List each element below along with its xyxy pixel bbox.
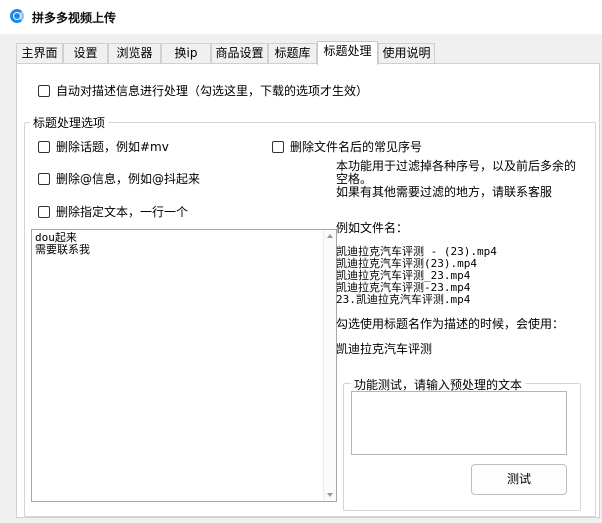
tab-instructions[interactable]: 使用说明	[378, 43, 435, 64]
process-description-label: 自动对描述信息进行处理（勾选这里，下载的选项才生效）	[56, 84, 369, 98]
tab-browser[interactable]: 浏览器	[108, 43, 161, 64]
tab-settings[interactable]: 设置	[63, 43, 108, 64]
tab-change-ip[interactable]: 换ip	[161, 43, 211, 64]
example-item: 凯迪拉克汽车评测_23.mp4	[336, 269, 471, 282]
title-bar: 拼多多视频上传	[0, 0, 602, 34]
example-item: 凯迪拉克汽车评测(23).mp4	[336, 257, 477, 270]
example-item: 凯迪拉克汽车评测 - (23).mp4	[336, 245, 497, 258]
checkbox-box[interactable]	[38, 140, 50, 153]
usage-note: 勾选使用标题名作为描述的时候，会使用：	[336, 317, 565, 331]
tab-product-settings[interactable]: 商品设置	[211, 43, 268, 64]
remove-topic-checkbox[interactable]: 删除话题，例如#mv	[38, 138, 169, 155]
checkbox-box[interactable]	[38, 84, 50, 97]
example-label: 例如文件名：	[336, 221, 409, 235]
scroll-down-icon[interactable]	[327, 493, 333, 497]
info-text-line1: 本功能用于过滤掉各种序号，以及前后多余的	[336, 159, 577, 173]
example-item: 23.凯迪拉克汽车评测.mp4	[336, 293, 471, 306]
checkbox-box[interactable]	[272, 140, 284, 153]
tab-main[interactable]: 主界面	[16, 43, 63, 64]
process-description-checkbox[interactable]: 自动对描述信息进行处理（勾选这里，下载的选项才生效）	[38, 82, 368, 99]
checkbox-box[interactable]	[38, 205, 50, 218]
tab-title-processing[interactable]: 标题处理	[317, 41, 378, 65]
remove-text-label: 删除指定文本，一行一个	[56, 205, 189, 219]
text-line: 需要联系我	[35, 243, 90, 256]
usage-result: 凯迪拉克汽车评测	[336, 342, 433, 356]
remove-sequence-label: 删除文件名后的常见序号	[290, 140, 423, 154]
group-title: 标题处理选项	[30, 114, 109, 131]
checkbox-box[interactable]	[38, 172, 50, 185]
vertical-scrollbar[interactable]	[323, 230, 336, 501]
remove-topic-label: 删除话题，例如#mv	[56, 140, 169, 154]
test-button[interactable]: 测试	[471, 464, 567, 495]
test-input[interactable]	[351, 391, 567, 455]
app-logo-icon	[10, 9, 24, 23]
remove-text-checkbox[interactable]: 删除指定文本，一行一个	[38, 203, 188, 220]
remove-text-input[interactable]: dou起来 需要联系我	[31, 229, 337, 502]
scroll-up-icon[interactable]	[327, 234, 333, 238]
example-item: 凯迪拉克汽车评测-23.mp4	[336, 281, 471, 294]
remove-sequence-checkbox[interactable]: 删除文件名后的常见序号	[272, 138, 422, 155]
window-title: 拼多多视频上传	[32, 11, 117, 25]
remove-mention-label: 删除@信息，例如@抖起来	[56, 172, 201, 186]
remove-mention-checkbox[interactable]: 删除@信息，例如@抖起来	[38, 170, 200, 187]
info-text-line3: 如果有其他需要过滤的地方，请联系客服	[336, 185, 553, 199]
tab-title-library[interactable]: 标题库	[268, 43, 317, 64]
